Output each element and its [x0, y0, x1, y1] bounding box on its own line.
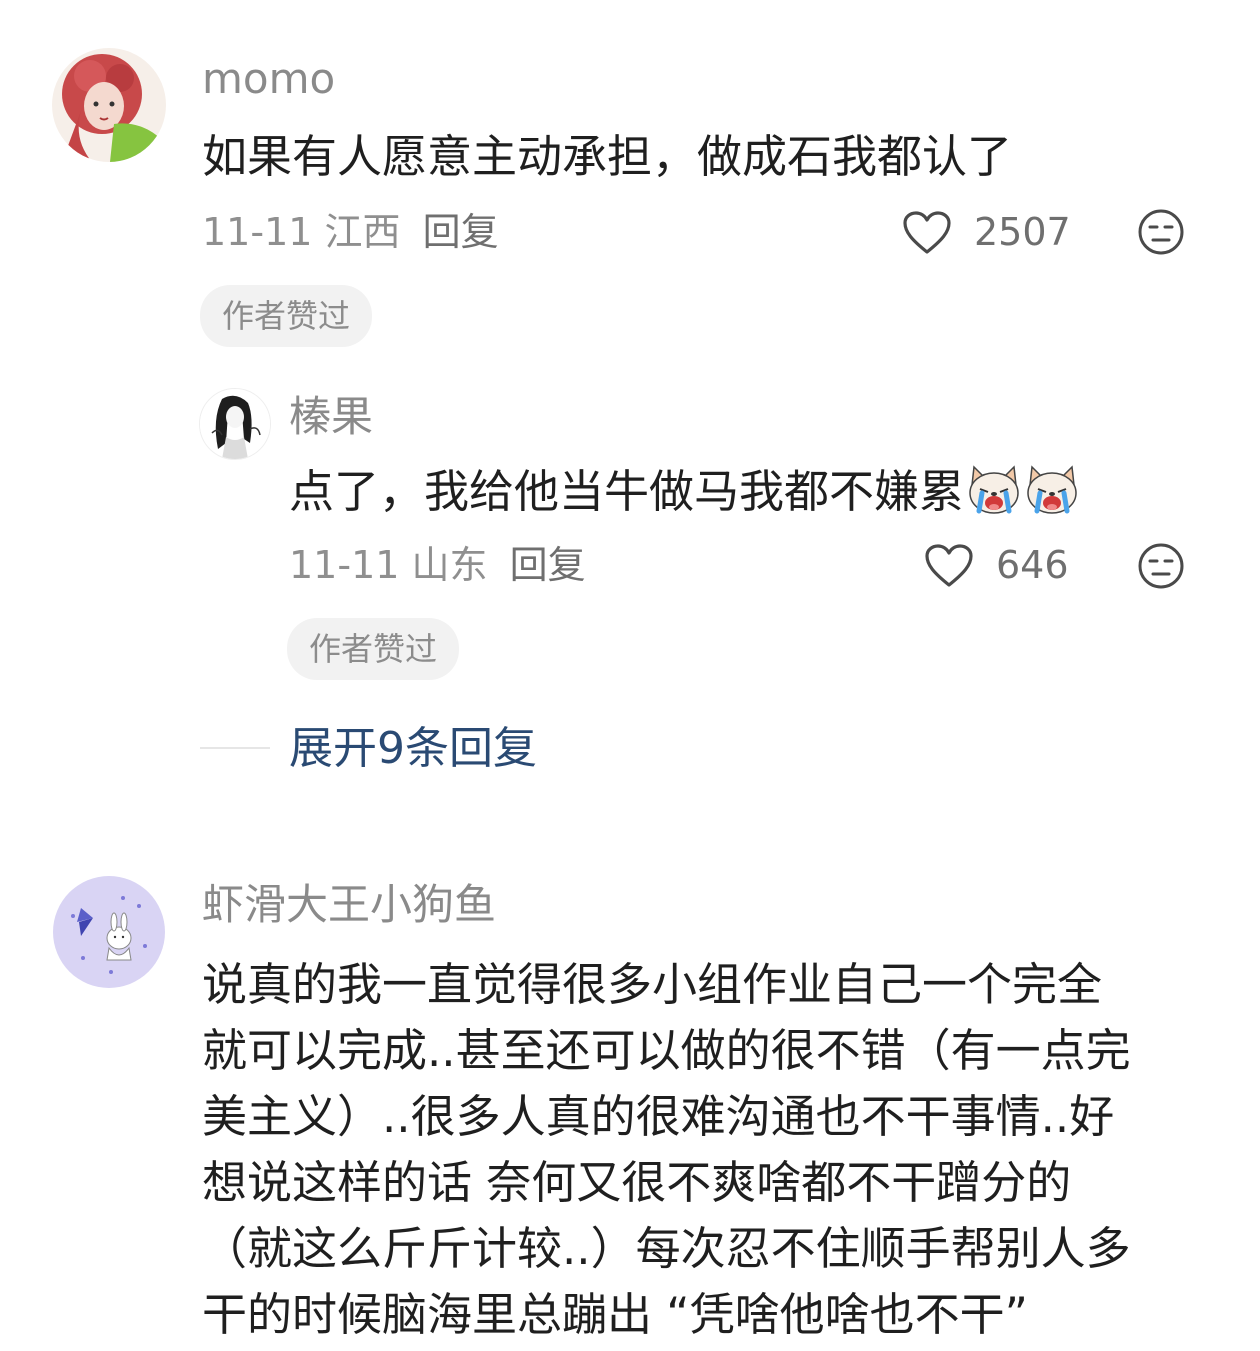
meh-face-icon: [1138, 543, 1184, 589]
comment-meta: 11-11 江西 回复: [202, 213, 499, 251]
crying-dog-emoji: [969, 465, 1019, 514]
avatar[interactable]: [53, 876, 165, 988]
reply-reply-button[interactable]: 回复: [510, 543, 586, 587]
expand-replies-link[interactable]: 展开9条回复: [289, 727, 537, 771]
crying-dog-emoji: [1027, 465, 1077, 514]
reply-meta: 11-11 山东 回复: [289, 546, 586, 584]
reply-date: 11-11: [289, 543, 400, 587]
heart-outline-icon: [925, 544, 973, 587]
reply-text-row: 点了，我给他当牛做马我都不嫌累: [289, 459, 1080, 525]
dislike-button[interactable]: [1136, 207, 1186, 257]
reply-avatar-image: [200, 389, 270, 459]
like-count: 2507: [974, 210, 1071, 254]
author-liked-badge: 作者赞过: [200, 285, 373, 347]
reply-like-button[interactable]: 646: [924, 541, 1074, 591]
comment-date: 11-11: [202, 210, 313, 254]
comment-text-line: 说真的我一直觉得很多小组作业自己一个完全: [202, 958, 1103, 1011]
avatar-image: [52, 48, 166, 162]
comment-text: 如果有人愿意主动承担，做成石我都认了: [202, 130, 1013, 183]
comment-username[interactable]: momo: [202, 58, 335, 100]
comment-username[interactable]: 虾滑大王小狗鱼: [202, 884, 496, 926]
comment-text-line: 想说这样的话 奈何又很不爽啥都不干蹭分的: [202, 1156, 1072, 1209]
avatar[interactable]: [52, 48, 166, 162]
reply-location: 山东: [411, 543, 488, 587]
comment-location: 江西: [324, 210, 401, 254]
reply-text: 点了，我给他当牛做马我都不嫌累: [289, 465, 965, 518]
comment-text-line: 美主义）..很多人真的很难沟通也不干事情..好: [202, 1090, 1115, 1143]
reply-username[interactable]: 榛果: [289, 396, 373, 438]
comment-text: 说真的我一直觉得很多小组作业自己一个完全 就可以完成..甚至还可以做的很不错（有…: [202, 952, 1131, 1348]
reply-author-liked-badge: 作者赞过: [287, 618, 460, 680]
meh-face-icon: [1138, 209, 1184, 255]
reply-dislike-button[interactable]: [1136, 541, 1186, 591]
heart-outline-icon: [903, 211, 951, 254]
reply-button[interactable]: 回复: [423, 210, 499, 254]
expand-divider: [200, 747, 270, 749]
reply-avatar[interactable]: [199, 388, 271, 460]
comment-text-line: 就可以完成..甚至还可以做的很不错（有一点完: [202, 1024, 1131, 1077]
reply-like-count: 646: [996, 543, 1069, 587]
like-button[interactable]: 2507: [902, 208, 1072, 258]
comment-text-line: （就这么斤斤计较..）每次忍不住顺手帮别人多: [202, 1222, 1131, 1275]
avatar-image: [53, 876, 165, 988]
comment-text-line: 干的时候脑海里总蹦出 “凭啥他啥也不干”: [202, 1288, 1028, 1341]
